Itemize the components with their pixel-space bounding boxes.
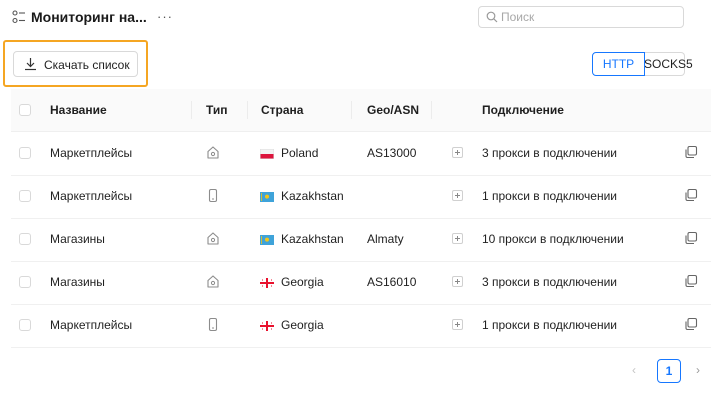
table-header: Название Тип Страна Geo/ASN Подключение <box>11 89 711 132</box>
plus-icon[interactable] <box>452 233 463 244</box>
protocol-socks5-tab[interactable]: SOCKS5 <box>644 52 693 76</box>
georgia-flag-icon <box>260 278 274 288</box>
column-divider <box>351 101 352 119</box>
row-name: Магазины <box>50 275 105 289</box>
home-icon <box>207 232 219 245</box>
row-checkbox[interactable] <box>19 276 31 288</box>
row-checkbox[interactable] <box>19 147 31 159</box>
more-horizontal-icon[interactable]: ··· <box>157 9 173 24</box>
row-checkbox[interactable] <box>19 233 31 245</box>
row-country: Kazakhstan <box>281 189 344 203</box>
home-icon <box>207 275 219 288</box>
row-geo-asn: AS16010 <box>367 275 417 289</box>
plus-icon[interactable] <box>452 276 463 287</box>
copy-icon[interactable] <box>684 145 698 159</box>
download-list-label: Скачать список <box>44 58 130 72</box>
row-connection: 10 прокси в подключении <box>482 232 624 246</box>
plus-icon[interactable] <box>452 147 463 158</box>
georgia-flag-icon <box>260 321 274 331</box>
search-box[interactable] <box>478 6 684 28</box>
pagination-prev-icon[interactable]: ‹ <box>632 363 636 377</box>
top-bar: Мониторинг на... ··· <box>0 0 719 36</box>
column-divider <box>191 101 192 119</box>
row-name: Маркетплейсы <box>50 146 133 160</box>
pagination-next-icon[interactable]: › <box>696 363 700 377</box>
row-geo-asn: AS13000 <box>367 146 417 160</box>
table-row[interactable]: Магазины Kazakhstan Almaty 10 прокси в п… <box>11 218 711 262</box>
row-connection: 3 прокси в подключении <box>482 275 617 289</box>
row-checkbox[interactable] <box>19 319 31 331</box>
row-country: Georgia <box>281 275 324 289</box>
list-settings-icon <box>12 10 25 24</box>
kazakhstan-flag-icon <box>260 192 274 202</box>
table-row[interactable]: Маркетплейсы Poland AS13000 3 прокси в п… <box>11 132 711 176</box>
row-country: Poland <box>281 146 319 160</box>
plus-icon[interactable] <box>452 190 463 201</box>
plus-icon[interactable] <box>452 319 463 330</box>
kazakhstan-flag-icon <box>260 235 274 245</box>
column-header-connection: Подключение <box>482 103 564 117</box>
column-header-name: Название <box>50 103 107 117</box>
page-title: Мониторинг на... <box>31 9 147 25</box>
table-row[interactable]: Маркетплейсы Kazakhstan 1 прокси в подкл… <box>11 175 711 219</box>
row-checkbox[interactable] <box>19 190 31 202</box>
row-country: Kazakhstan <box>281 232 344 246</box>
column-divider <box>431 101 432 119</box>
row-connection: 1 прокси в подключении <box>482 189 617 203</box>
copy-icon[interactable] <box>684 231 698 245</box>
search-icon <box>486 11 498 23</box>
home-icon <box>207 146 219 159</box>
download-list-button[interactable]: Скачать список <box>13 51 138 77</box>
poland-flag-icon <box>260 149 274 159</box>
copy-icon[interactable] <box>684 274 698 288</box>
copy-icon[interactable] <box>684 317 698 331</box>
download-icon <box>25 58 36 71</box>
search-input[interactable] <box>501 8 676 26</box>
row-name: Маркетплейсы <box>50 318 133 332</box>
column-header-type: Тип <box>206 103 228 117</box>
mobile-icon <box>208 317 218 332</box>
row-name: Магазины <box>50 232 105 246</box>
column-header-country: Страна <box>261 103 304 117</box>
select-all-checkbox[interactable] <box>19 104 31 116</box>
mobile-icon <box>208 188 218 203</box>
column-divider <box>247 101 248 119</box>
protocol-http-tab[interactable]: HTTP <box>592 52 645 76</box>
row-name: Маркетплейсы <box>50 189 133 203</box>
copy-icon[interactable] <box>684 188 698 202</box>
table-row[interactable]: Магазины Georgia AS16010 3 прокси в подк… <box>11 261 711 305</box>
row-country: Georgia <box>281 318 324 332</box>
row-geo-asn: Almaty <box>367 232 404 246</box>
table-row[interactable]: Маркетплейсы Georgia 1 прокси в подключе… <box>11 304 711 348</box>
row-connection: 1 прокси в подключении <box>482 318 617 332</box>
column-header-geo-asn: Geo/ASN <box>367 103 420 117</box>
pagination-page-button[interactable]: 1 <box>657 359 681 383</box>
row-connection: 3 прокси в подключении <box>482 146 617 160</box>
